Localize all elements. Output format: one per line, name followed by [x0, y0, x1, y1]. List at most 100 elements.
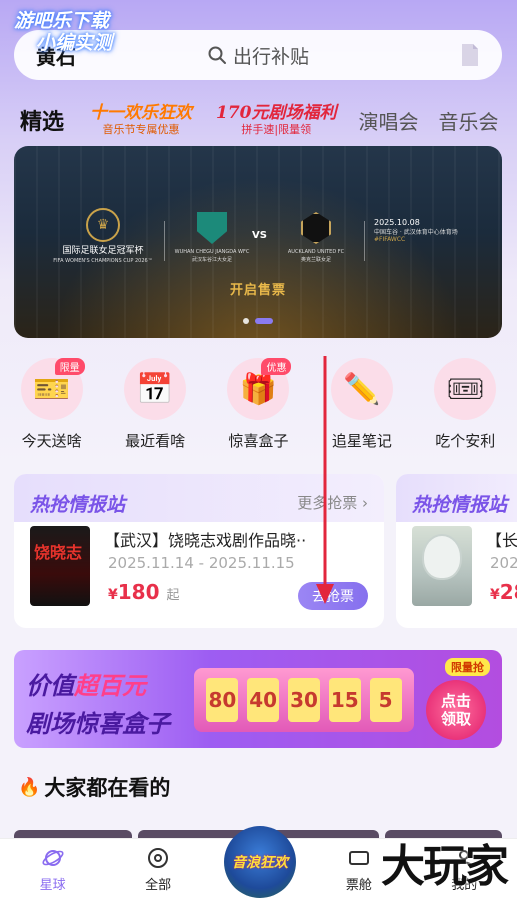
tab-featured[interactable]: 精选 [0, 104, 78, 136]
carousel-dot-active[interactable] [255, 318, 273, 324]
quick-item-label: 惊喜盒子 [228, 432, 289, 450]
hot-tickets-card-2[interactable]: 热抢情报站 【长 202 ¥28 [396, 474, 517, 628]
currency-symbol: ¥ [490, 587, 500, 603]
note-icon: ✏️ [330, 358, 393, 420]
watermark-top-left: 游吧乐下载 小编实测 [14, 10, 112, 54]
surprise-box-icon: 🎁 优惠 [227, 358, 292, 420]
section-title-trending: 🔥 大家都在看的 [18, 772, 170, 802]
price-value: 180 [117, 580, 160, 604]
tab-music[interactable]: 音乐会 [429, 106, 509, 135]
banner-date: 2025.10.08 [374, 218, 420, 227]
artist-photo [424, 536, 460, 578]
search-text: 出行补贴 [232, 45, 309, 68]
quick-item-idol-notes[interactable]: ✏️ 追星笔记 [310, 358, 413, 451]
tab-promo-theater[interactable]: 170元剧场福利 拼手速|限量领 [204, 103, 349, 137]
banner-hashtag: #FIFAWCC [374, 236, 406, 243]
coupon-value: 15 [328, 678, 361, 722]
more-tickets-label: 更多抢票 [297, 494, 358, 512]
banner-team1-block: WUHAN CHEGU JIANGDA WFC 武汉车谷江大女足 [174, 212, 250, 264]
poster-title: 饶晓志 [34, 543, 83, 562]
gift-ticket-glyph: 🎫 [33, 371, 71, 407]
document-icon[interactable] [460, 43, 480, 67]
nav-label: 票舱 [345, 878, 372, 893]
banner-divider-2 [364, 221, 365, 261]
event-name[interactable]: 【长 [486, 527, 517, 551]
watermark-bottom-right: 大玩家 [381, 841, 509, 892]
banner-date-block: 2025.10.08 中国车谷 · 武汉体育中心体育场 #FIFAWCC [374, 218, 458, 243]
watermark-line-2: 小编实测 [36, 32, 113, 54]
event-date: 2025.11.14 - 2025.11.15 [108, 554, 295, 572]
nav-label: 全部 [145, 878, 172, 893]
surprise-box-banner[interactable]: 价值超百元 剧场惊喜盒子 80 40 30 15 5 限量抢 点击 领取 [14, 650, 502, 748]
coupon-value: 40 [247, 678, 280, 722]
search-icon [208, 46, 226, 64]
nav-planet[interactable]: 星球 [13, 846, 93, 893]
currency-symbol: ¥ [108, 587, 118, 603]
event-poster[interactable]: 饶晓志 [30, 526, 90, 606]
carousel-dot[interactable] [243, 318, 249, 324]
tab-promo-carnival-title: 十一欢乐狂欢 [90, 103, 193, 123]
nav-label: 星球 [39, 878, 66, 893]
coupon-numbers: 80 40 30 15 5 [194, 668, 414, 732]
banner-cta[interactable]: 开启售票 [14, 279, 502, 298]
quick-item-label: 吃个安利 [435, 432, 496, 450]
discount-badge: 优惠 [261, 358, 292, 375]
event-price: ¥28 [490, 580, 517, 604]
banner-event-block: ♛ 国际足联女足冠军杯 FIFA WOMEN'S CHAMPIONS CUP 2… [48, 208, 158, 265]
surprise-box-glyph: 🎁 [239, 371, 278, 407]
grab-ticket-button[interactable]: 去抢票 [298, 582, 368, 610]
quick-item-label: 追星笔记 [331, 432, 392, 450]
planet-icon [42, 850, 64, 866]
promo-line-1a: 价值 [26, 672, 74, 700]
quick-actions: 🎫 限量 今天送啥 📅 最近看啥 🎁 优惠 惊喜盒子 ✏️ 追星笔记 🎟 吃个安… [0, 358, 517, 451]
event-date: 202 [490, 554, 517, 572]
tab-promo-carnival-sub: 音乐节专属优惠 [102, 123, 180, 136]
banner-divider [164, 221, 165, 261]
quick-item-label: 今天送啥 [21, 432, 82, 450]
section-title-text: 大家都在看的 [44, 776, 171, 800]
hero-banner[interactable]: ♛ 国际足联女足冠军杯 FIFA WOMEN'S CHAMPIONS CUP 2… [14, 146, 502, 338]
tab-promo-carnival[interactable]: 十一欢乐狂欢 音乐节专属优惠 [78, 103, 204, 137]
team2-subname: 奥克兰联女足 [300, 257, 331, 263]
note-glyph: ✏️ [343, 371, 381, 407]
chevron-right-icon: › [362, 494, 368, 512]
tab-promo-theater-sub: 拼手速|限量领 [241, 123, 312, 136]
gift-ticket-icon: 🎫 限量 [20, 358, 85, 420]
claim-button[interactable]: 点击 领取 [426, 680, 486, 740]
team1-crest-icon [197, 212, 227, 244]
team2-crest-icon [301, 212, 331, 244]
carnival-badge-text: 音浪狂欢 [232, 855, 288, 871]
all-icon [148, 848, 169, 868]
ticket-icon [348, 851, 369, 865]
card-title: 热抢情报站 [30, 494, 126, 516]
quick-item-recommend[interactable]: 🎟 吃个安利 [414, 358, 517, 451]
tab-drama[interactable]: 话 [509, 106, 517, 135]
hot-tickets-card[interactable]: 热抢情报站 更多抢票 › 饶晓志 【武汉】饶晓志戏剧作品晓·· 2025.11.… [14, 474, 384, 628]
quick-item-today-gift[interactable]: 🎫 限量 今天送啥 [0, 358, 103, 451]
price-value: 28 [499, 580, 517, 604]
watermark-line-1: 游吧乐下载 [14, 10, 110, 32]
more-tickets-link[interactable]: 更多抢票 › [297, 492, 368, 513]
quick-item-recent-watch[interactable]: 📅 最近看啥 [104, 358, 207, 451]
coupon-icon: 🎟 [434, 358, 497, 420]
banner-venue: 中国车谷 · 武汉体育中心体育场 [374, 229, 458, 236]
nav-all[interactable]: 全部 [118, 846, 198, 893]
calendar-icon: 📅 [124, 358, 187, 420]
tab-concert[interactable]: 演唱会 [349, 106, 429, 135]
search-placeholder: 出行补贴 [207, 42, 309, 69]
limited-grab-badge: 限量抢 [445, 658, 490, 676]
trophy-icon: ♛ [86, 208, 120, 242]
calendar-glyph: 📅 [136, 371, 174, 407]
carnival-center-button[interactable]: 音浪狂欢 [224, 826, 296, 898]
event-name[interactable]: 【武汉】饶晓志戏剧作品晓·· [104, 527, 306, 551]
category-tabs: 精选 十一欢乐狂欢 音乐节专属优惠 170元剧场福利 拼手速|限量领 演唱会 音… [0, 96, 517, 144]
coupon-value: 30 [287, 678, 320, 722]
event-poster[interactable] [412, 526, 472, 606]
quick-item-surprise-box[interactable]: 🎁 优惠 惊喜盒子 [207, 358, 310, 451]
claim-button-line-1: 点击 [440, 692, 471, 710]
tab-promo-theater-title: 170元剧场福利 [216, 103, 337, 123]
limited-badge: 限量 [54, 358, 85, 375]
banner-event-title: 国际足联女足冠军杯 [62, 246, 144, 256]
coupon-glyph: 🎟 [446, 371, 485, 407]
team1-subname: 武汉车谷江大女足 [191, 257, 232, 263]
